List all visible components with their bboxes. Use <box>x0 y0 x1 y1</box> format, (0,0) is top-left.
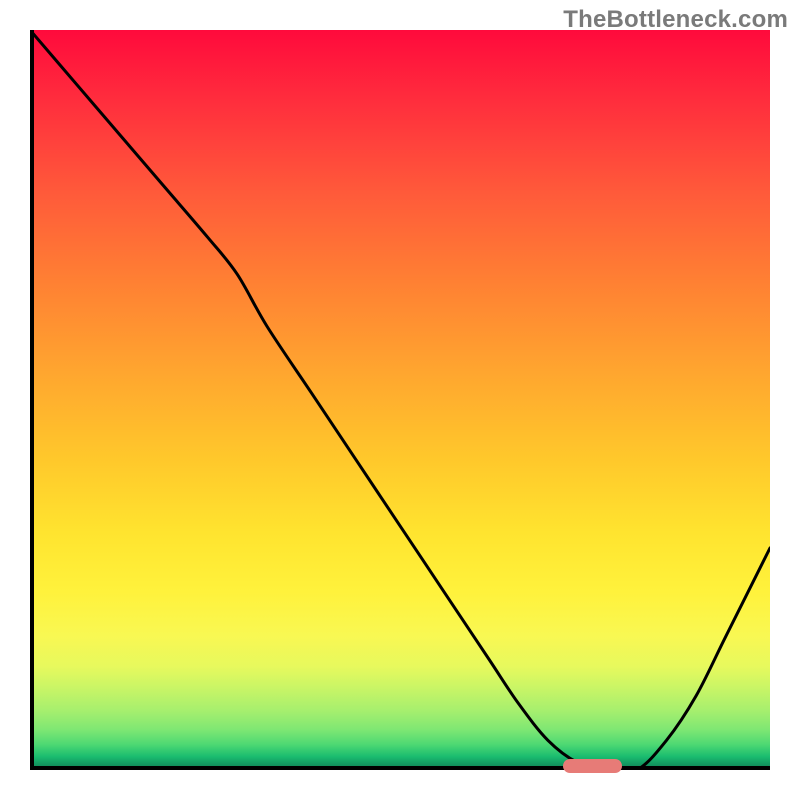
optimal-range-marker <box>563 759 622 773</box>
plot-area <box>30 30 770 770</box>
axes-frame <box>30 30 770 770</box>
